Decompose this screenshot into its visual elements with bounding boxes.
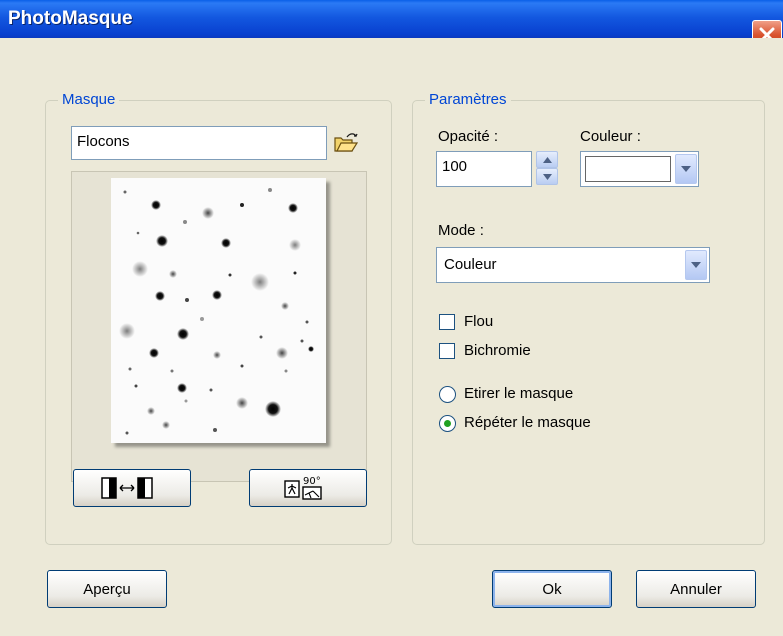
rotate-90-icon: 90° [284, 476, 322, 500]
parametres-legend: Paramètres [425, 91, 511, 108]
opacity-label: Opacité : [438, 128, 499, 145]
window-title: PhotoMasque [8, 8, 133, 29]
mode-label: Mode : [438, 222, 484, 239]
repeat-mask-radio[interactable] [439, 415, 456, 432]
mask-preview-area [71, 171, 367, 482]
dialog-body: Masque Flocons 90° Paramètres Opacité: … [0, 38, 783, 636]
radio-selected-dot [444, 420, 451, 427]
ok-button[interactable]: Ok [492, 570, 612, 608]
bichromie-checkbox[interactable] [439, 343, 455, 359]
mask-file-value: Flocons [77, 133, 130, 150]
opacity-spin-arrows[interactable] [536, 151, 558, 186]
rotate-90-button[interactable]: 90° [249, 469, 367, 507]
opacity-value: 100 [442, 158, 468, 175]
color-dropdown-arrow[interactable] [675, 154, 697, 184]
title-bar[interactable]: PhotoMasque [0, 0, 783, 50]
spin-down-arrow-icon[interactable] [536, 168, 558, 185]
mask-file-field[interactable]: Flocons [71, 126, 327, 160]
mode-dropdown-arrow[interactable] [685, 250, 707, 280]
bichromie-label[interactable]: Bichromie [464, 342, 531, 359]
preview-button[interactable]: Aperçu [47, 570, 167, 608]
swap-mask-icon [101, 477, 153, 499]
open-folder-icon [334, 133, 359, 152]
stretch-mask-label[interactable]: Etirer le masque [464, 385, 573, 402]
swap-mask-button[interactable] [73, 469, 191, 507]
color-swatch [585, 156, 671, 182]
opacity-spinner[interactable]: 100 [436, 151, 564, 187]
ok-label: Ok [542, 580, 562, 598]
browse-button[interactable] [333, 131, 359, 155]
chevron-down-icon [681, 166, 691, 172]
cancel-label: Annuler [670, 580, 722, 598]
rotate-90-label: 90° [303, 476, 321, 487]
mode-dropdown[interactable]: Couleur [436, 247, 710, 283]
stretch-mask-radio[interactable] [439, 386, 456, 403]
flou-checkbox[interactable] [439, 314, 455, 330]
opacity-input[interactable]: 100 [436, 151, 532, 187]
color-dropdown[interactable] [580, 151, 699, 187]
spin-up-arrow-icon[interactable] [536, 151, 558, 168]
flou-label[interactable]: Flou [464, 313, 493, 330]
mode-value: Couleur [444, 256, 497, 273]
repeat-mask-label[interactable]: Répéter le masque [464, 414, 591, 431]
cancel-button[interactable]: Annuler [636, 570, 756, 608]
chevron-down-icon [691, 262, 701, 268]
masque-legend: Masque [58, 91, 120, 108]
preview-label: Aperçu [83, 580, 131, 598]
color-label: Couleur : [580, 128, 641, 145]
mask-preview-image [111, 178, 326, 443]
